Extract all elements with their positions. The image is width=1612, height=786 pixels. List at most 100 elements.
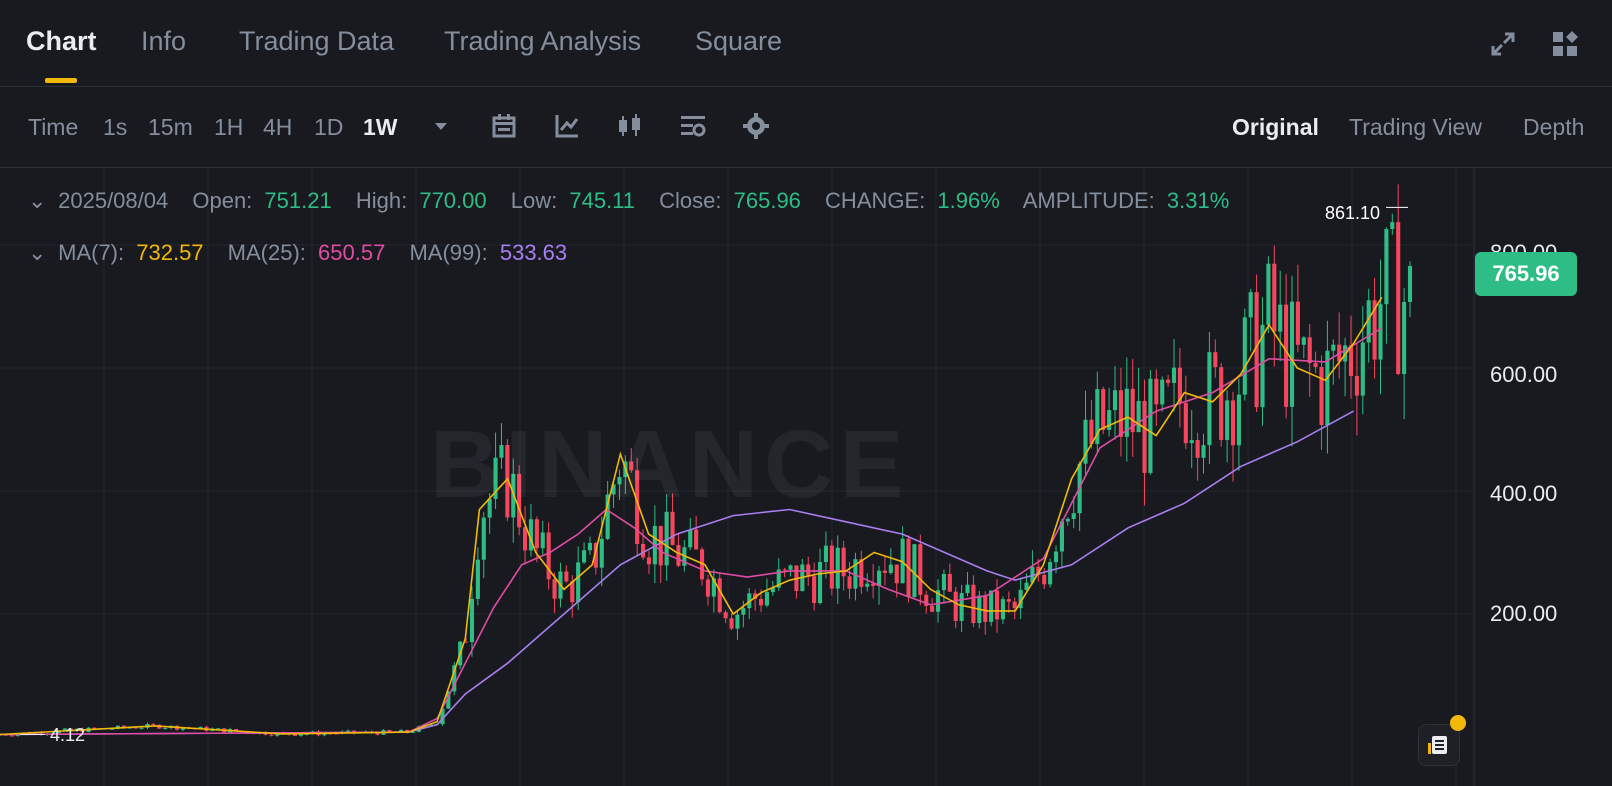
- candle-body: [1048, 562, 1053, 585]
- candle-body: [1407, 265, 1413, 302]
- interval-1w[interactable]: 1W: [363, 114, 398, 141]
- candle-body: [1071, 513, 1076, 519]
- candle-body: [729, 618, 734, 629]
- candle-body: [829, 545, 834, 589]
- candle-body: [1289, 301, 1295, 407]
- candle-body: [163, 727, 168, 729]
- time-button[interactable]: Time: [28, 114, 78, 141]
- candle-body: [812, 576, 817, 604]
- view-original[interactable]: Original: [1232, 114, 1319, 141]
- chart-settings-icon[interactable]: [678, 111, 708, 141]
- candle-body: [552, 579, 557, 599]
- calendar-icon[interactable]: [489, 111, 519, 141]
- news-feed-button[interactable]: [1418, 724, 1460, 766]
- candle-body: [764, 592, 770, 606]
- candle-body: [1154, 378, 1159, 405]
- candle-body: [640, 543, 646, 558]
- candle-body: [1307, 337, 1312, 364]
- interval-1s[interactable]: 1s: [103, 114, 127, 141]
- candle-body: [151, 724, 156, 726]
- candle-body: [269, 734, 274, 736]
- candle-body: [587, 542, 593, 551]
- ma25-value: 650.57: [318, 240, 386, 265]
- candle-body: [346, 730, 351, 732]
- candle-body: [1402, 301, 1407, 375]
- view-depth[interactable]: Depth: [1523, 114, 1584, 141]
- candle-body: [953, 591, 958, 621]
- candle-body: [292, 734, 298, 736]
- tab-trading-data[interactable]: Trading Data: [239, 26, 394, 57]
- candle-body: [817, 561, 823, 604]
- candle-body: [965, 584, 970, 594]
- candle-body: [139, 727, 144, 729]
- candle-body: [971, 584, 976, 624]
- low-label: Low:: [510, 188, 558, 213]
- candle-body: [1112, 390, 1118, 411]
- candle-body: [9, 735, 14, 737]
- candle-body: [994, 590, 1000, 620]
- candle-body: [959, 593, 964, 621]
- collapse-chevron-icon[interactable]: ⌄: [28, 188, 46, 214]
- candle-body: [930, 605, 935, 612]
- interval-4h[interactable]: 4H: [263, 114, 292, 141]
- candle-body: [570, 581, 575, 603]
- candle-body: [1313, 363, 1318, 367]
- candle-body: [1207, 352, 1212, 446]
- interval-1h[interactable]: 1H: [214, 114, 243, 141]
- y-tick-label: 600.00: [1490, 362, 1558, 387]
- ohlc-info-row: ⌄ 2025/08/04 Open: 751.21 High: 770.00 L…: [28, 188, 1247, 214]
- view-trading-view[interactable]: Trading View: [1349, 114, 1482, 141]
- expand-icon[interactable]: [1489, 30, 1517, 58]
- candle-body: [1053, 551, 1059, 563]
- candle-body: [947, 573, 952, 592]
- candle-body: [1390, 222, 1395, 229]
- active-tab-indicator: [45, 78, 77, 83]
- candle-body: [694, 529, 699, 550]
- ma7-value: 732.57: [136, 240, 204, 265]
- candle-body: [1006, 599, 1011, 602]
- candle-body: [564, 571, 569, 582]
- candle-body: [735, 614, 740, 629]
- indicator-icon[interactable]: [552, 111, 582, 141]
- candle-body: [1201, 445, 1206, 458]
- high-marker-label: 861.10: [1325, 203, 1381, 223]
- tab-chart[interactable]: Chart: [26, 26, 97, 57]
- tab-square[interactable]: Square: [695, 26, 782, 57]
- candle-body: [788, 565, 793, 570]
- candle-body: [1331, 344, 1336, 351]
- high-value: 770.00: [419, 188, 487, 213]
- candle-body: [741, 608, 746, 615]
- current-price-badge: 765.96: [1475, 252, 1577, 296]
- candle-body: [1301, 337, 1306, 345]
- dropdown-caret-icon[interactable]: [426, 111, 456, 141]
- candle-body: [1295, 301, 1300, 345]
- collapse-chevron-icon[interactable]: ⌄: [28, 240, 46, 266]
- layout-grid-icon[interactable]: [1551, 30, 1579, 58]
- candle-body: [534, 519, 539, 549]
- ma-info-row: ⌄ MA(7): 732.57 MA(25): 650.57 MA(99): 5…: [28, 240, 573, 266]
- candle-body: [676, 544, 681, 566]
- candlestick-icon[interactable]: [615, 111, 645, 141]
- candle-body: [1171, 367, 1177, 383]
- candle-body: [1396, 222, 1401, 375]
- y-tick-label: 400.00: [1490, 481, 1558, 506]
- interval-15m[interactable]: 15m: [148, 114, 193, 141]
- tab-trading-analysis[interactable]: Trading Analysis: [444, 26, 641, 57]
- ma7-label: MA(7):: [58, 240, 125, 265]
- candle-body: [1242, 317, 1247, 395]
- gear-icon[interactable]: [741, 111, 771, 141]
- interval-1d[interactable]: 1D: [314, 114, 343, 141]
- low-value: 745.11: [569, 188, 636, 213]
- candle-body: [876, 570, 882, 587]
- y-tick-label: 200.00: [1490, 601, 1558, 626]
- change-label: CHANGE:: [825, 188, 926, 213]
- candle-body: [658, 525, 663, 566]
- candle-body: [1101, 389, 1106, 430]
- candle-body: [1166, 379, 1171, 383]
- ma99-label: MA(99):: [409, 240, 488, 265]
- candle-body: [1272, 263, 1277, 332]
- low-marker-label: 4.12: [50, 725, 86, 745]
- candle-body: [481, 517, 486, 560]
- tab-info[interactable]: Info: [141, 26, 186, 57]
- candle-body: [646, 557, 652, 565]
